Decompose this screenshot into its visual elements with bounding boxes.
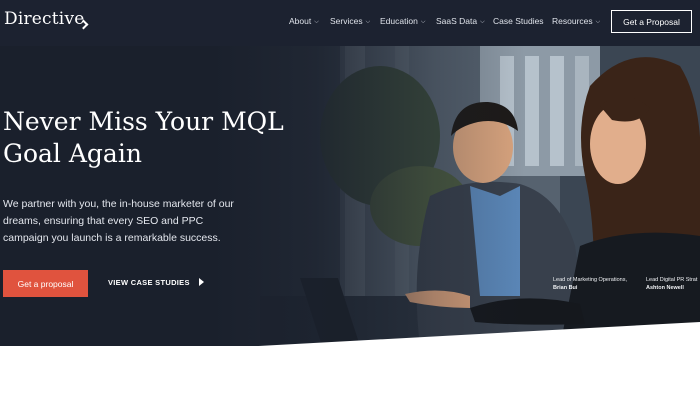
- caption-role: Lead Digital PR Strat: [646, 277, 698, 283]
- chevron-down-icon: ⌵: [420, 19, 426, 25]
- nav-item-label: About: [289, 16, 312, 26]
- nav-item-services[interactable]: Services ⌵: [330, 16, 370, 26]
- caption-name: Ashton Newell: [646, 285, 684, 291]
- hero-subtext: We partner with you, the in-house market…: [3, 198, 234, 244]
- nav-item-resources[interactable]: Resources ⌵: [552, 16, 600, 26]
- chevron-down-icon: ⌵: [365, 19, 371, 25]
- play-arrow-icon: [198, 278, 204, 286]
- chevron-down-icon: ⌵: [595, 19, 601, 25]
- get-a-proposal-button[interactable]: Get a Proposal: [611, 10, 692, 33]
- nav-item-label: SaaS Data: [436, 16, 478, 26]
- site-header: Directive About ⌵ Services ⌵ Education ⌵ Sa…: [0, 0, 700, 46]
- view-case-studies-link[interactable]: VIEW CASE STUDIES: [108, 278, 204, 287]
- nav-item-saas-data[interactable]: SaaS Data ⌵: [436, 16, 485, 26]
- chevron-down-icon: ⌵: [480, 19, 485, 25]
- person-caption-1: Lead of Marketing Operations, Brian Bui: [553, 276, 627, 292]
- nav-item-label: Case Studies: [493, 16, 544, 26]
- view-case-studies-label: VIEW CASE STUDIES: [108, 278, 190, 287]
- chevron-down-icon: ⌵: [314, 19, 319, 25]
- get-a-proposal-cta-button[interactable]: Get a proposal: [3, 270, 88, 297]
- directive-logo[interactable]: Directive: [4, 9, 85, 29]
- nav-item-case-studies[interactable]: Case Studies: [493, 16, 544, 26]
- hero-headline: Never Miss Your MQL Goal Again: [3, 106, 323, 170]
- nav-item-label: Resources: [552, 16, 593, 26]
- nav-item-about[interactable]: About ⌵: [289, 16, 319, 26]
- headline-line-1: Never Miss Your MQL: [3, 107, 284, 136]
- caption-name: Brian Bui: [553, 285, 578, 291]
- nav-item-label: Services: [330, 16, 363, 26]
- caption-role: Lead of Marketing Operations,: [553, 277, 627, 283]
- nav-item-education[interactable]: Education ⌵: [380, 16, 425, 26]
- person-caption-2: Lead Digital PR Strat Ashton Newell: [646, 276, 697, 292]
- headline-line-2: Goal Again: [3, 139, 142, 168]
- nav-item-label: Education: [380, 16, 418, 26]
